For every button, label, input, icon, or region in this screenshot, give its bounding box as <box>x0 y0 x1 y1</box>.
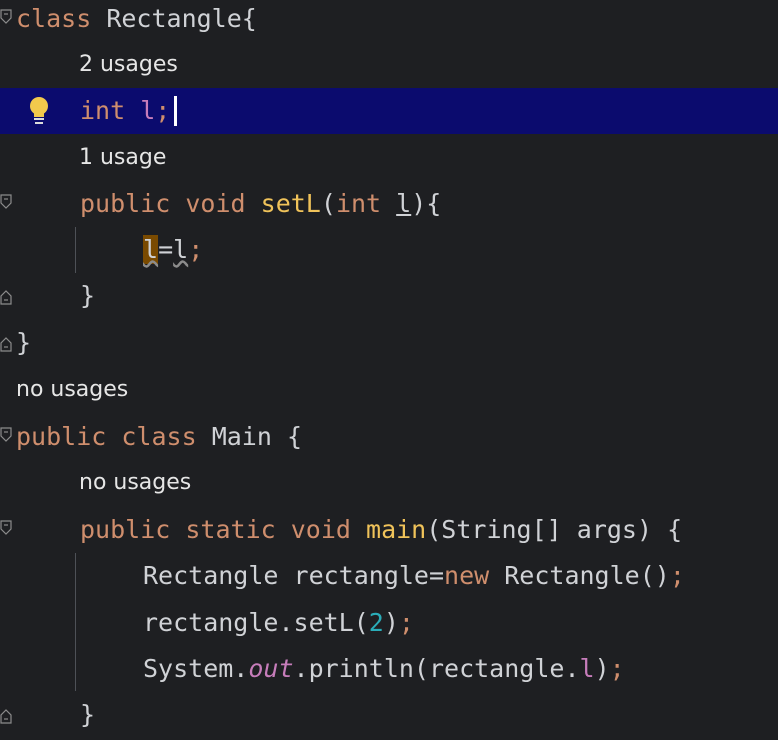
code-token[interactable]: ( <box>321 189 336 218</box>
code-token[interactable]: class <box>121 422 196 451</box>
code-token[interactable]: setL <box>261 189 321 218</box>
code-token[interactable]: public <box>16 422 106 451</box>
indent-guide <box>75 227 76 273</box>
code-token[interactable]: main <box>366 515 426 544</box>
inlay-hint-line: 2 usages <box>0 42 778 88</box>
code-token[interactable]: Rectangle() <box>489 561 670 590</box>
code-token[interactable]: l <box>580 654 595 683</box>
code-token[interactable]: .println(rectangle. <box>294 654 580 683</box>
code-token[interactable] <box>170 515 185 544</box>
code-line[interactable]: public static void main(String[] args) { <box>0 507 778 553</box>
fold-open-icon[interactable] <box>0 181 14 227</box>
code-editor[interactable]: class Rectangle{ 2 usages int l; 1 usage… <box>0 0 778 740</box>
code-token[interactable]: static <box>185 515 275 544</box>
code-token[interactable]: new <box>444 561 489 590</box>
usages-hint[interactable]: no usages <box>16 367 128 413</box>
fold-open-icon[interactable] <box>0 414 14 460</box>
code-token[interactable]: 2 <box>369 608 384 637</box>
code-token[interactable]: class <box>16 4 91 33</box>
text-caret <box>174 96 177 126</box>
usages-hint[interactable]: 1 usage <box>79 135 166 181</box>
lightbulb-icon[interactable] <box>24 94 54 128</box>
fold-open-icon[interactable] <box>0 507 14 553</box>
code-line[interactable]: public class Main { <box>0 414 778 460</box>
code-line[interactable]: } <box>0 692 778 738</box>
code-token[interactable]: ; <box>188 235 203 264</box>
inlay-hint-line: 1 usage <box>0 135 778 181</box>
code-line-current[interactable]: int l; <box>0 88 778 134</box>
fold-open-icon[interactable] <box>0 0 14 42</box>
code-token[interactable]: ) <box>384 608 399 637</box>
code-token[interactable] <box>381 189 396 218</box>
code-line-text: class Rectangle{ <box>16 0 257 42</box>
code-token[interactable]: void <box>185 189 245 218</box>
code-line-text: Rectangle rectangle=new Rectangle(); <box>143 553 685 599</box>
code-line-text: } <box>80 273 95 319</box>
code-token[interactable] <box>170 189 185 218</box>
code-token[interactable]: Rectangle{ <box>91 4 257 33</box>
usages-hint[interactable]: 2 usages <box>79 42 178 88</box>
code-token[interactable] <box>351 515 366 544</box>
code-token[interactable]: rectangle.setL( <box>143 608 369 637</box>
code-token[interactable] <box>246 189 261 218</box>
code-token[interactable]: public <box>80 189 170 218</box>
code-token[interactable]: ; <box>155 96 170 125</box>
code-token[interactable]: ; <box>399 608 414 637</box>
code-token[interactable]: int <box>336 189 381 218</box>
inlay-hint-line: no usages <box>0 460 778 506</box>
code-token[interactable]: Main { <box>197 422 302 451</box>
code-token[interactable]: = <box>158 235 173 264</box>
fold-close-icon[interactable] <box>0 273 14 319</box>
code-token[interactable]: } <box>80 281 95 310</box>
inlay-hint-line: no usages <box>0 367 778 413</box>
code-line[interactable]: class Rectangle{ <box>0 0 778 42</box>
code-token[interactable]: l <box>143 235 159 264</box>
code-line[interactable]: public void setL(int l){ <box>0 181 778 227</box>
fold-close-icon[interactable] <box>0 320 14 366</box>
code-token[interactable]: l <box>140 96 155 125</box>
code-line-text: public static void main(String[] args) { <box>80 507 682 553</box>
usages-hint[interactable]: no usages <box>79 460 191 506</box>
code-line-text: public class Main { <box>16 414 302 460</box>
code-token[interactable]: } <box>16 328 31 357</box>
code-line[interactable]: Rectangle rectangle=new Rectangle(); <box>0 553 778 599</box>
code-line-text: } <box>80 692 95 738</box>
code-token[interactable]: l <box>173 235 188 264</box>
code-token[interactable]: } <box>80 700 95 729</box>
code-line[interactable]: } <box>0 273 778 319</box>
code-token[interactable]: l <box>396 189 411 218</box>
code-token[interactable]: ; <box>610 654 625 683</box>
code-line-text: int l; <box>80 88 170 134</box>
code-token[interactable] <box>276 515 291 544</box>
code-line-text: } <box>16 320 31 366</box>
code-token[interactable]: ) <box>595 654 610 683</box>
code-line-text: public void setL(int l){ <box>80 181 441 227</box>
code-token[interactable]: (String[] args) { <box>426 515 682 544</box>
fold-close-icon[interactable] <box>0 692 14 738</box>
code-token[interactable]: int <box>80 96 125 125</box>
code-token[interactable]: public <box>80 515 170 544</box>
code-line-text: System.out.println(rectangle.l); <box>143 646 625 692</box>
code-token[interactable]: Rectangle rectangle= <box>143 561 444 590</box>
code-line[interactable]: l=l; <box>0 227 778 273</box>
code-line[interactable]: System.out.println(rectangle.l); <box>0 646 778 692</box>
code-token[interactable]: ){ <box>411 189 441 218</box>
code-token[interactable] <box>106 422 121 451</box>
indent-guide <box>75 553 76 691</box>
code-token[interactable]: ; <box>670 561 685 590</box>
code-line-text: l=l; <box>143 227 203 273</box>
code-line-text: rectangle.setL(2); <box>143 600 414 646</box>
code-line[interactable]: } <box>0 320 778 366</box>
code-token[interactable]: System. <box>143 654 248 683</box>
code-token[interactable]: out <box>248 654 293 683</box>
code-token[interactable] <box>125 96 140 125</box>
code-token[interactable]: void <box>291 515 351 544</box>
code-line[interactable]: rectangle.setL(2); <box>0 600 778 646</box>
